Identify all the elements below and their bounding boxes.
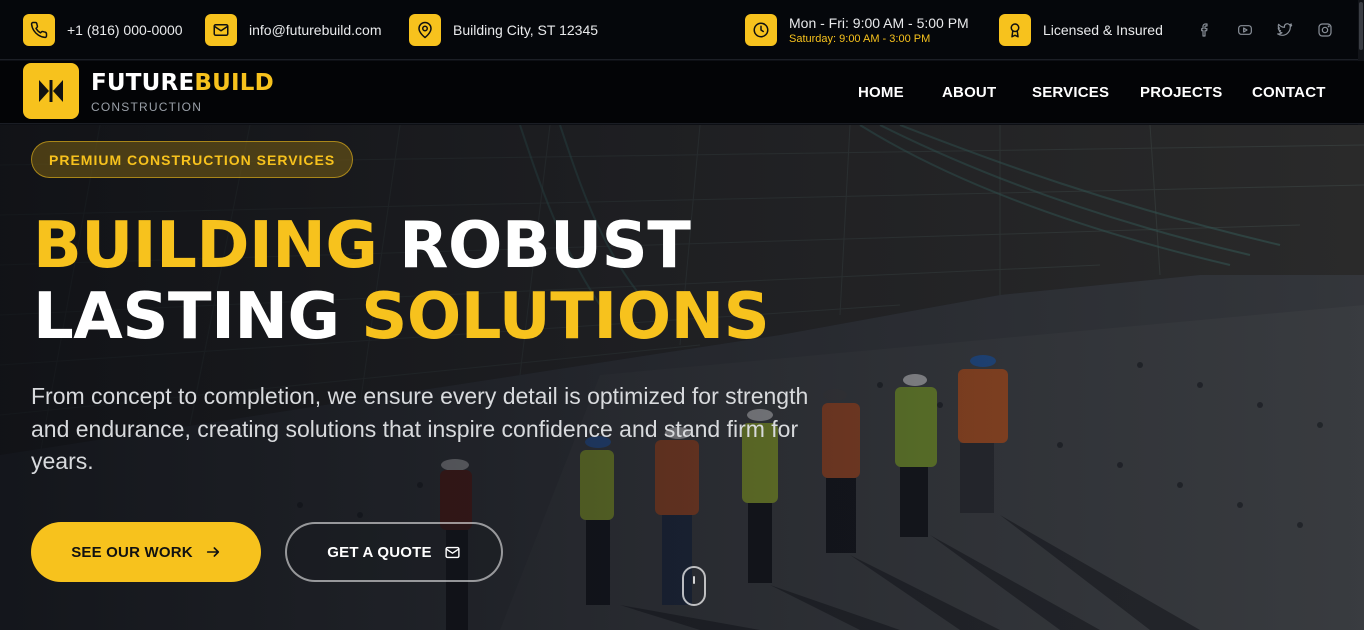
brand-name[interactable]: FUTUREBUILD CONSTRUCTION [91, 70, 274, 115]
phone-contact[interactable]: +1 (816) 000-0000 [23, 14, 183, 46]
get-a-quote-button[interactable]: GET A QUOTE [285, 522, 503, 582]
twitter-icon[interactable] [1275, 20, 1295, 40]
logo-mark-icon [39, 80, 63, 102]
brand-name-part1: FUTURE [91, 70, 195, 96]
hero-description: From concept to completion, we ensure ev… [31, 383, 809, 474]
phone-icon [23, 14, 55, 46]
nav-home[interactable]: HOME [858, 84, 904, 101]
clock-icon [745, 14, 777, 46]
facebook-icon[interactable] [1195, 20, 1215, 40]
headline-word-robust: ROBUST [399, 209, 691, 283]
nav-services[interactable]: SERVICES [1032, 84, 1109, 101]
email-address: info@futurebuild.com [249, 22, 382, 38]
nav-about[interactable]: ABOUT [942, 84, 996, 101]
business-hours: Mon - Fri: 9:00 AM - 5:00 PM Saturday: 9… [745, 14, 969, 46]
instagram-icon[interactable] [1315, 20, 1335, 40]
mail-icon [205, 14, 237, 46]
get-a-quote-label: GET A QUOTE [327, 543, 432, 561]
license-info: Licensed & Insured [999, 14, 1163, 46]
hero-section: PREMIUM CONSTRUCTION SERVICES BUILDING R… [0, 125, 1364, 630]
logo[interactable] [23, 63, 79, 119]
scrollbar-thumb[interactable] [1359, 2, 1363, 50]
youtube-icon[interactable] [1235, 20, 1255, 40]
hero-badge: PREMIUM CONSTRUCTION SERVICES [31, 141, 354, 178]
license-text: Licensed & Insured [1043, 22, 1163, 38]
arrow-right-icon [206, 547, 219, 557]
award-icon [999, 14, 1031, 46]
top-info-bar: +1 (816) 000-0000 info@futurebuild.com B… [0, 0, 1364, 60]
hours-saturday: Saturday: 9:00 AM - 3:00 PM [789, 32, 931, 45]
location-info: Building City, ST 12345 [409, 14, 598, 46]
brand-name-part2: BUILD [194, 70, 274, 96]
map-pin-icon [409, 14, 441, 46]
nav-projects[interactable]: PROJECTS [1140, 84, 1222, 101]
hours-weekday: Mon - Fri: 9:00 AM - 5:00 PM [789, 14, 969, 31]
location-text: Building City, ST 12345 [453, 22, 599, 38]
scroll-down-indicator-icon[interactable] [682, 566, 706, 606]
headline-word-building: BUILDING [33, 209, 378, 283]
mail-icon [445, 546, 460, 558]
hero-headline: BUILDING ROBUST LASTING SOLUTIONS [33, 209, 770, 354]
main-navigation: FUTUREBUILD CONSTRUCTION HOME ABOUT SERV… [0, 61, 1364, 124]
phone-number: +1 (816) 000-0000 [67, 22, 183, 38]
nav-contact[interactable]: CONTACT [1252, 84, 1326, 101]
see-our-work-label: SEE OUR WORK [71, 543, 193, 561]
see-our-work-button[interactable]: SEE OUR WORK [31, 522, 261, 582]
email-contact[interactable]: info@futurebuild.com [205, 14, 382, 46]
headline-word-solutions: SOLUTIONS [361, 280, 770, 354]
headline-word-lasting: LASTING [33, 280, 340, 354]
brand-tagline: CONSTRUCTION [91, 100, 203, 114]
